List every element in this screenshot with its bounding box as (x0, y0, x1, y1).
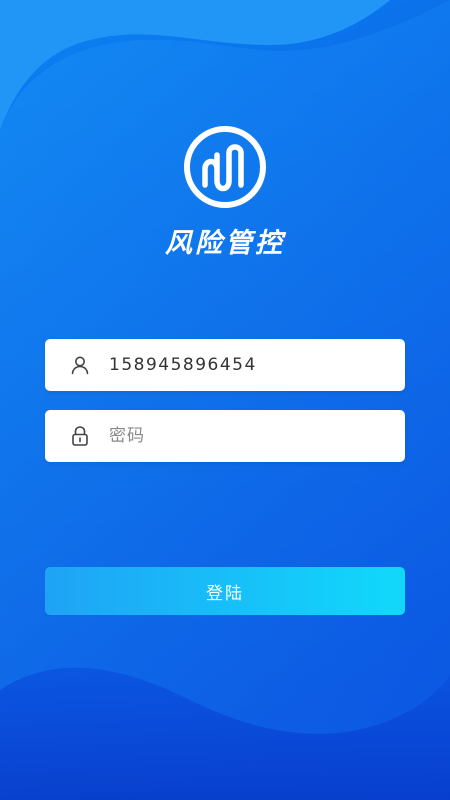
lock-icon (69, 425, 91, 447)
login-button[interactable]: 登陆 (45, 567, 405, 615)
password-field[interactable] (45, 410, 405, 462)
background-waves (0, 0, 450, 800)
logo-area: 风险管控 (0, 125, 450, 260)
app-logo-icon (184, 126, 266, 208)
password-input[interactable] (109, 410, 405, 462)
user-icon (69, 354, 91, 376)
username-input[interactable] (109, 339, 405, 391)
username-field[interactable] (45, 339, 405, 391)
app-title: 风险管控 (165, 228, 285, 259)
